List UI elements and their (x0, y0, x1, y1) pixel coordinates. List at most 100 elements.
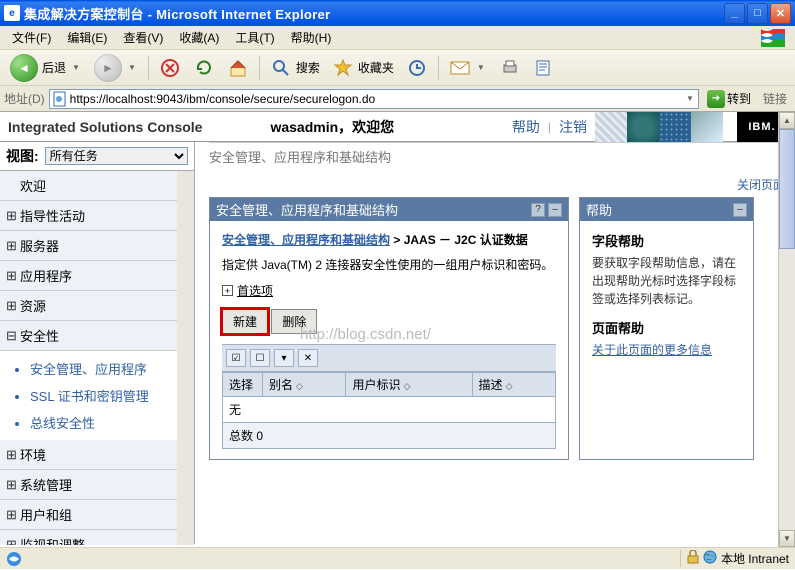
search-button[interactable]: 搜索 (266, 55, 324, 81)
refresh-icon (193, 57, 215, 79)
sort-icon[interactable]: ◇ (506, 381, 513, 391)
collapse-icon[interactable]: ⊟ (6, 328, 16, 344)
url-field[interactable]: ▼ (49, 89, 699, 109)
menu-edit[interactable]: 编辑(E) (61, 27, 113, 48)
total-row: 总数 0 (223, 423, 556, 449)
close-button[interactable]: ✕ (770, 3, 791, 24)
forward-button[interactable]: ► ▼ (90, 52, 142, 84)
nav-item-environment[interactable]: ⊞环境 (0, 440, 194, 470)
new-button[interactable]: 新建 (222, 309, 268, 334)
url-input[interactable] (70, 92, 684, 106)
star-icon (332, 57, 354, 79)
stop-button[interactable] (155, 55, 185, 81)
separator (148, 56, 149, 80)
expand-icon[interactable]: ⊞ (6, 537, 16, 546)
chevron-down-icon[interactable]: ▼ (475, 63, 487, 72)
edit-button[interactable] (529, 55, 559, 81)
page-help-link[interactable]: 关于此页面的更多信息 (592, 343, 712, 357)
favorites-button[interactable]: 收藏夹 (328, 55, 398, 81)
menu-tools[interactable]: 工具(T) (229, 27, 280, 48)
table-toolbar: ☑ ☐ ▾ ✕ (222, 344, 556, 372)
view-label: 视图: (6, 146, 39, 166)
mail-icon (449, 57, 471, 79)
col-userid[interactable]: 用户标识◇ (346, 373, 472, 397)
clear-filter-icon[interactable]: ✕ (298, 349, 318, 367)
go-arrow-icon: ➔ (707, 90, 725, 108)
nav-sub-bus[interactable]: 总线安全性 (30, 409, 194, 436)
deselect-all-icon[interactable]: ☐ (250, 349, 270, 367)
nav-sub-ssl[interactable]: SSL 证书和密钥管理 (30, 382, 194, 409)
maximize-button[interactable]: □ (747, 3, 768, 24)
expand-icon[interactable]: ⊞ (6, 268, 16, 284)
scroll-down-icon[interactable]: ▼ (779, 530, 795, 547)
portlet-min-icon[interactable]: – (733, 203, 747, 217)
scroll-up-icon[interactable]: ▲ (779, 112, 795, 129)
expand-icon[interactable]: ⊞ (6, 208, 16, 224)
nav-item-resources[interactable]: ⊞资源 (0, 291, 194, 321)
minimize-button[interactable]: _ (724, 3, 745, 24)
nav-scrollbar[interactable] (177, 171, 194, 545)
links-label[interactable]: 链接 (759, 90, 791, 107)
col-desc[interactable]: 描述◇ (472, 373, 555, 397)
data-table: 选择 别名◇ 用户标识◇ 描述◇ 无 总数 0 (222, 372, 556, 449)
menu-view[interactable]: 查看(V) (117, 27, 169, 48)
home-icon (227, 57, 249, 79)
scroll-thumb[interactable] (779, 129, 795, 249)
preferences-row[interactable]: + 首选项 (222, 282, 556, 299)
portlet-help-icon[interactable]: ? (531, 203, 545, 217)
ie-icon: e (4, 5, 20, 21)
select-all-icon[interactable]: ☑ (226, 349, 246, 367)
logout-link[interactable]: 注销 (559, 117, 587, 137)
expand-icon[interactable]: ⊞ (6, 447, 16, 463)
vertical-scrollbar[interactable]: ▲ ▼ (778, 112, 795, 547)
back-button[interactable]: ◄ 后退 ▼ (6, 52, 86, 84)
portlet-min-icon[interactable]: – (548, 203, 562, 217)
go-label: 转到 (727, 90, 751, 107)
security-zone: 本地 Intranet (680, 550, 789, 567)
nav-item-welcome[interactable]: 欢迎 (0, 171, 194, 201)
filter-icon[interactable]: ▾ (274, 349, 294, 367)
nav-item-users[interactable]: ⊞用户和组 (0, 500, 194, 530)
delete-button[interactable]: 删除 (271, 309, 317, 334)
ie-flag-icon (757, 28, 789, 48)
expand-icon[interactable]: ⊞ (6, 238, 16, 254)
go-button[interactable]: ➔ 转到 (703, 90, 755, 108)
expand-preferences-icon[interactable]: + (222, 285, 233, 296)
print-button[interactable] (495, 55, 525, 81)
portlet-title: 安全管理、应用程序和基础结构 (216, 200, 398, 219)
col-alias[interactable]: 别名◇ (263, 373, 346, 397)
history-button[interactable] (402, 55, 432, 81)
col-select[interactable]: 选择 (223, 373, 263, 397)
sort-icon[interactable]: ◇ (403, 381, 410, 391)
sort-icon[interactable]: ◇ (296, 381, 303, 391)
nav-item-applications[interactable]: ⊞应用程序 (0, 261, 194, 291)
url-dropdown-icon[interactable]: ▼ (684, 94, 696, 103)
nav-header: 视图: 所有任务 (0, 142, 194, 171)
nav-sub-admin[interactable]: 安全管理、应用程序 (30, 355, 194, 382)
help-link[interactable]: 帮助 (512, 117, 540, 137)
menu-file[interactable]: 文件(F) (6, 27, 57, 48)
description: 指定供 Java(TM) 2 连接器安全性使用的一组用户标识和密码。 (222, 256, 556, 274)
nav-item-security[interactable]: ⊟安全性 (0, 321, 194, 351)
expand-icon[interactable]: ⊞ (6, 298, 16, 314)
mail-button[interactable]: ▼ (445, 55, 491, 81)
refresh-button[interactable] (189, 55, 219, 81)
back-label: 后退 (42, 59, 66, 76)
home-button[interactable] (223, 55, 253, 81)
expand-icon[interactable]: ⊞ (6, 477, 16, 493)
nav-item-sysadmin[interactable]: ⊞系统管理 (0, 470, 194, 500)
forward-dropdown-icon[interactable]: ▼ (126, 63, 138, 72)
help-portlet-title: 帮助 (586, 200, 612, 219)
menu-help[interactable]: 帮助(H) (285, 27, 338, 48)
expand-icon[interactable]: ⊞ (6, 507, 16, 523)
nav-item-monitoring[interactable]: ⊞监视和调整 (0, 530, 194, 545)
back-dropdown-icon[interactable]: ▼ (70, 63, 82, 72)
menu-favorites[interactable]: 收藏(A) (173, 27, 225, 48)
view-select[interactable]: 所有任务 (45, 147, 188, 165)
breadcrumb-link[interactable]: 安全管理、应用程序和基础结构 (222, 233, 390, 247)
separator (438, 56, 439, 80)
window-titlebar: e 集成解决方案控制台 - Microsoft Internet Explore… (0, 0, 795, 26)
nav-item-servers[interactable]: ⊞服务器 (0, 231, 194, 261)
zone-label: 本地 Intranet (721, 550, 789, 567)
nav-item-guided[interactable]: ⊞指导性活动 (0, 201, 194, 231)
